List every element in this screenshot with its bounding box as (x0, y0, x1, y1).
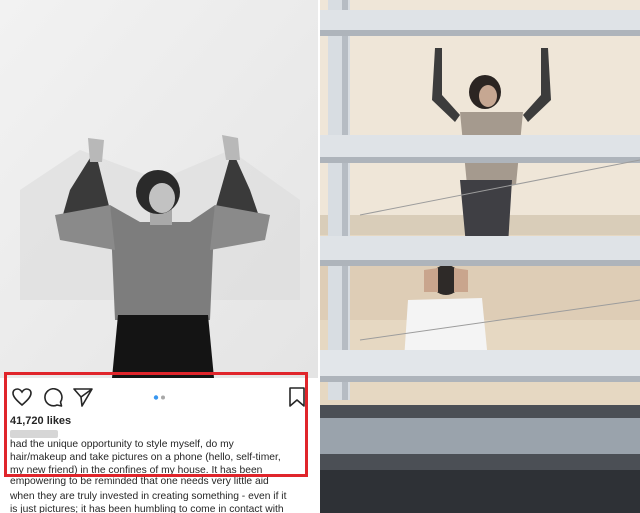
highlight-box (4, 372, 308, 477)
instagram-post: 41,720 likes had the unique opportunity … (0, 0, 320, 513)
behind-scenes-photo (320, 0, 640, 513)
post-photo (0, 0, 320, 378)
caption-line: when they are truly invested in creating… (10, 491, 287, 502)
caption-line: is just pictures; it has been humbling t… (10, 504, 284, 513)
